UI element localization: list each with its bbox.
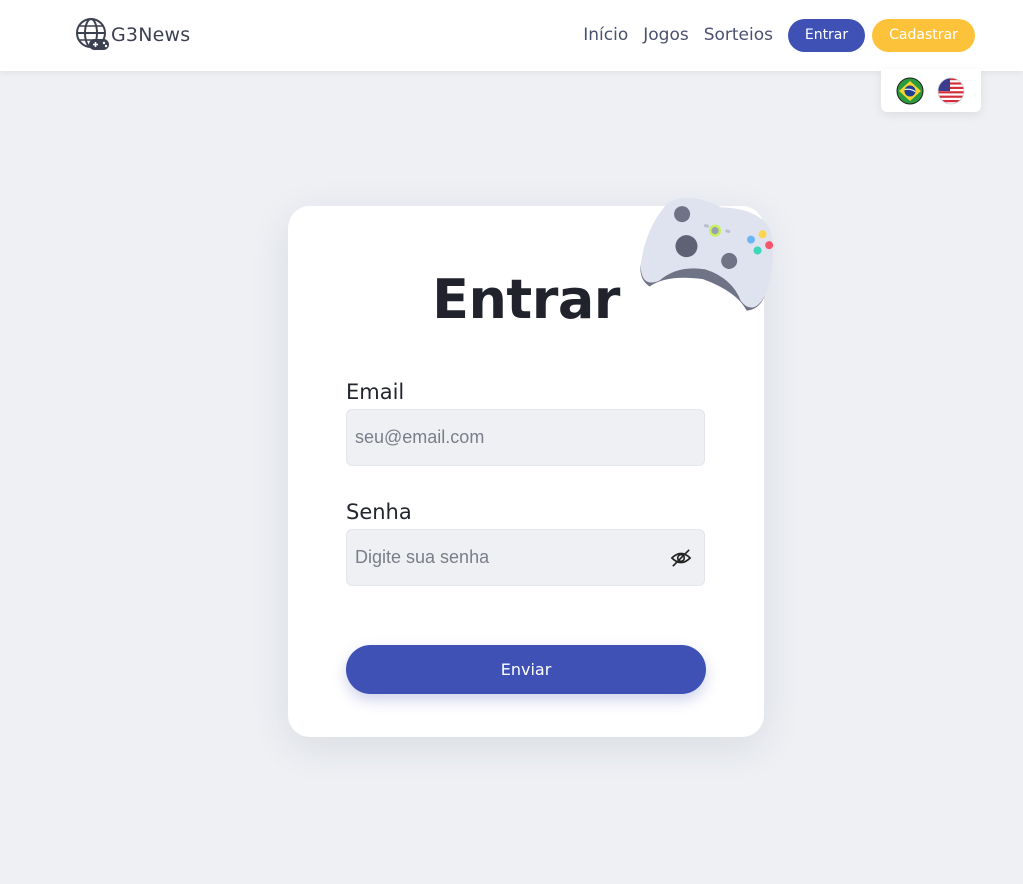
nav-link-jogos[interactable]: Jogos	[643, 25, 688, 45]
brand-logo[interactable]: G3News	[75, 17, 190, 53]
nav-link-sorteios[interactable]: Sorteios	[704, 25, 773, 45]
signup-button[interactable]: Cadastrar	[872, 18, 975, 52]
password-label: Senha	[346, 500, 412, 524]
brazil-flag-icon[interactable]	[896, 77, 924, 105]
eye-slash-icon[interactable]	[670, 548, 692, 568]
top-navbar: G3News Início Jogos Sorteios Entrar Cada…	[0, 0, 1023, 71]
main-nav: Início Jogos Sorteios Entrar Cadastrar	[583, 18, 975, 52]
submit-button[interactable]: Enviar	[346, 645, 706, 694]
nav-link-inicio[interactable]: Início	[583, 25, 628, 45]
password-input[interactable]	[346, 529, 705, 586]
gamepad-icon	[640, 197, 774, 311]
language-switcher	[881, 69, 981, 112]
login-button[interactable]: Entrar	[788, 18, 865, 52]
email-label: Email	[346, 380, 405, 404]
brand-name: G3News	[111, 24, 191, 46]
usa-flag-icon[interactable]	[937, 77, 965, 105]
globe-gamepad-icon	[76, 18, 109, 50]
email-input[interactable]	[346, 409, 705, 466]
